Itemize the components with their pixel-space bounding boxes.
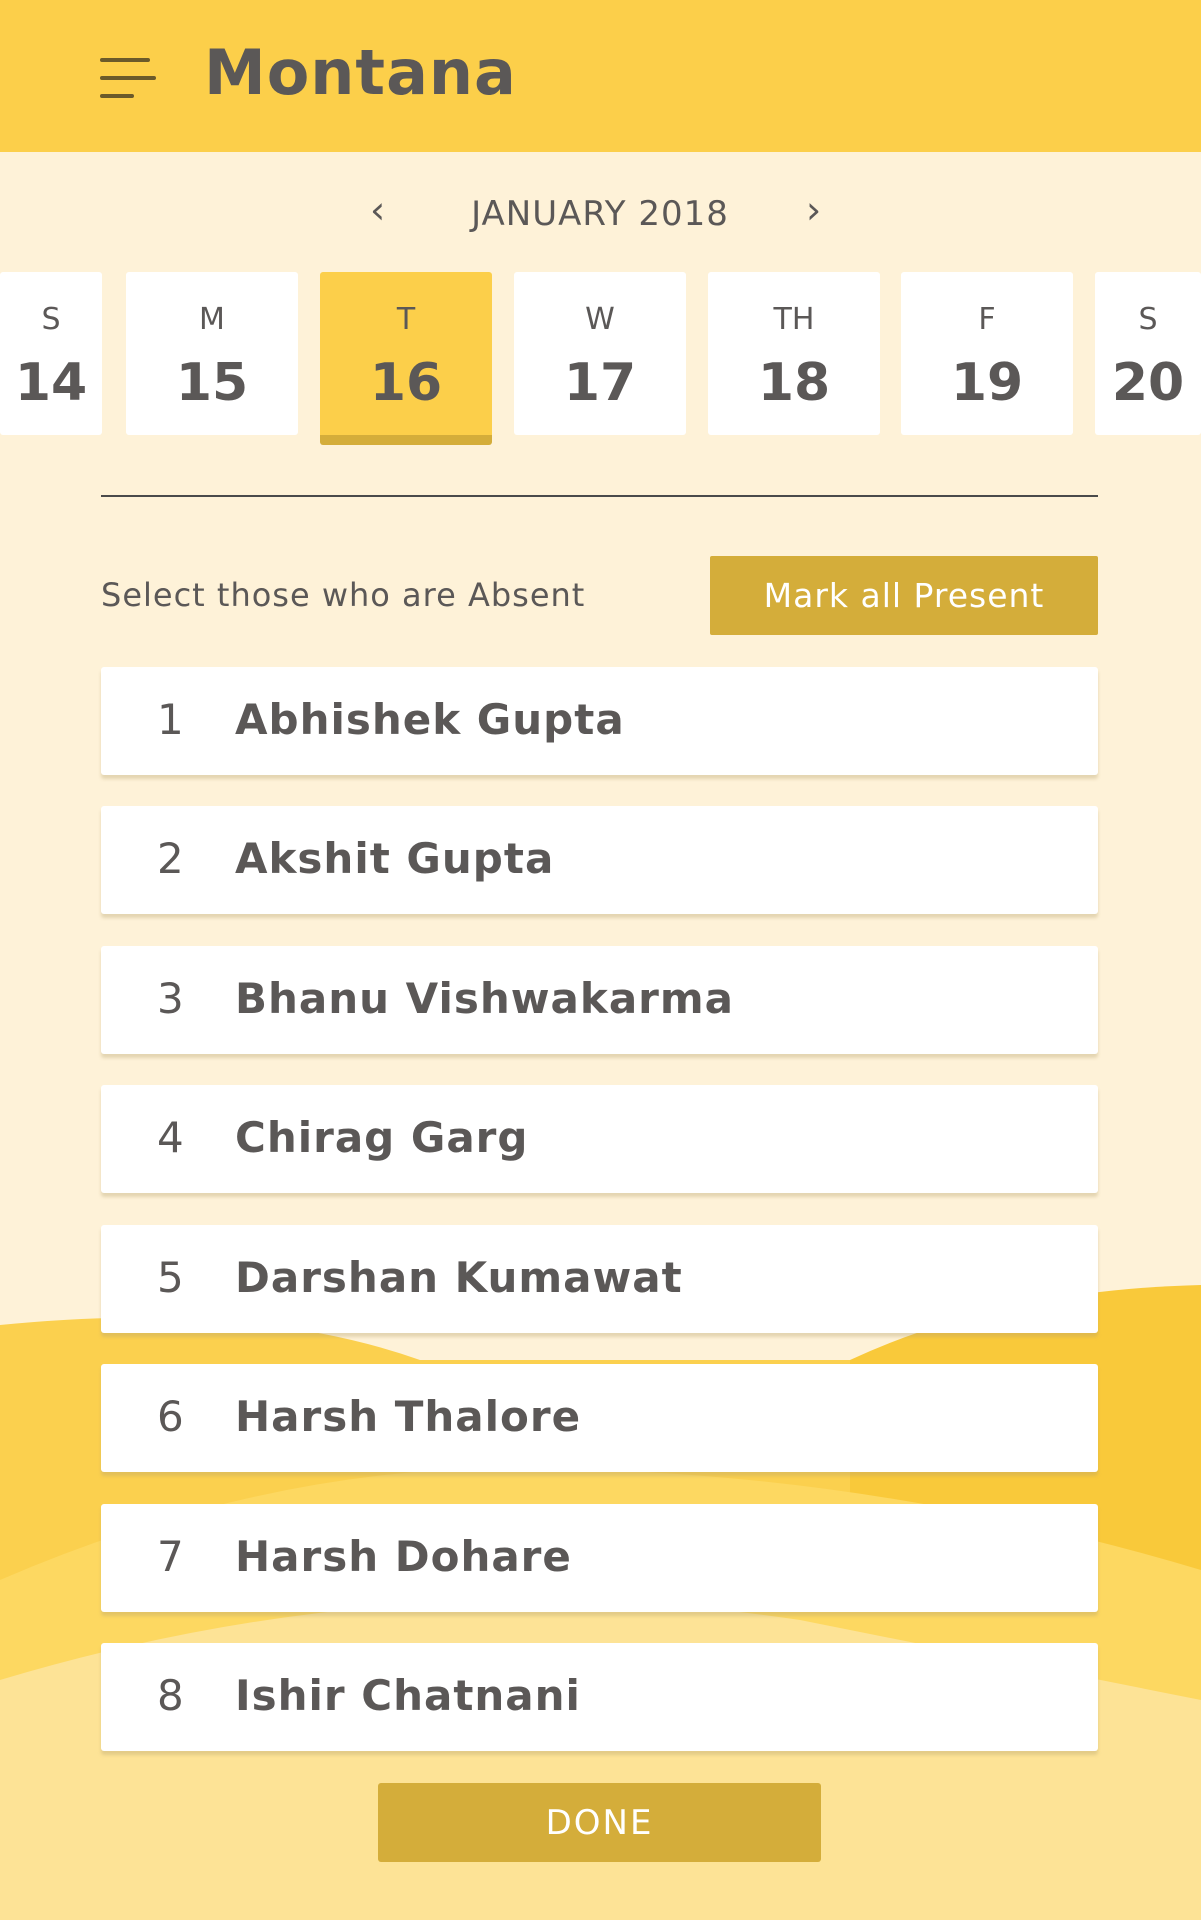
day-card[interactable]: M 15 [126,272,298,435]
month-label: JANUARY 2018 [471,194,729,234]
day-date: 14 [14,353,88,413]
student-name: Akshit Gupta [235,834,555,883]
student-name: Darshan Kumawat [235,1253,683,1302]
day-card-selected[interactable]: T 16 [320,272,492,445]
day-date: 17 [563,353,637,413]
student-number: 3 [157,974,184,1023]
day-card[interactable]: W 17 [514,272,686,435]
month-navigation: ‹ JANUARY 2018 › [0,188,1201,238]
day-weekday: S [41,302,61,337]
student-name: Bhanu Vishwakarma [235,974,734,1023]
hamburger-menu-icon[interactable] [100,58,156,98]
student-number: 4 [157,1113,184,1162]
day-date: 16 [369,353,443,413]
day-date: 20 [1111,353,1185,413]
student-name: Ishir Chatnani [235,1671,581,1720]
day-date: 15 [175,353,249,413]
student-number: 2 [157,834,184,883]
student-number: 8 [157,1671,184,1720]
student-row[interactable]: 4 Chirag Garg [101,1085,1098,1193]
chevron-right-icon[interactable]: › [806,188,821,232]
student-row[interactable]: 2 Akshit Gupta [101,806,1098,914]
student-number: 1 [157,695,184,744]
student-number: 5 [157,1253,184,1302]
day-date: 18 [757,353,831,413]
day-card[interactable]: S 20 [1095,272,1201,435]
student-name: Harsh Thalore [235,1392,582,1441]
day-weekday: M [199,302,225,337]
day-weekday: TH [773,302,815,337]
chevron-left-icon[interactable]: ‹ [370,188,385,232]
instruction-label: Select those who are Absent [101,576,586,614]
day-weekday: F [978,302,996,337]
student-row[interactable]: 5 Darshan Kumawat [101,1225,1098,1333]
divider [101,495,1098,497]
day-card[interactable]: F 19 [901,272,1073,435]
day-weekday: W [585,302,615,337]
mark-all-present-button[interactable]: Mark all Present [710,556,1098,635]
student-row[interactable]: 6 Harsh Thalore [101,1364,1098,1472]
student-row[interactable]: 1 Abhishek Gupta [101,667,1098,775]
page-title: Montana [204,36,517,109]
app-header: Montana [0,0,1201,152]
done-button[interactable]: DONE [378,1783,821,1862]
student-number: 6 [157,1392,184,1441]
day-weekday: T [396,302,416,337]
student-row[interactable]: 8 Ishir Chatnani [101,1643,1098,1751]
day-card[interactable]: TH 18 [708,272,880,435]
student-number: 7 [157,1532,184,1581]
day-card[interactable]: S 14 [0,272,102,435]
day-date: 19 [950,353,1024,413]
student-name: Abhishek Gupta [235,695,625,744]
student-name: Harsh Dohare [235,1532,572,1581]
student-row[interactable]: 3 Bhanu Vishwakarma [101,946,1098,1054]
day-weekday: S [1138,302,1158,337]
student-row[interactable]: 7 Harsh Dohare [101,1504,1098,1612]
student-name: Chirag Garg [235,1113,529,1162]
